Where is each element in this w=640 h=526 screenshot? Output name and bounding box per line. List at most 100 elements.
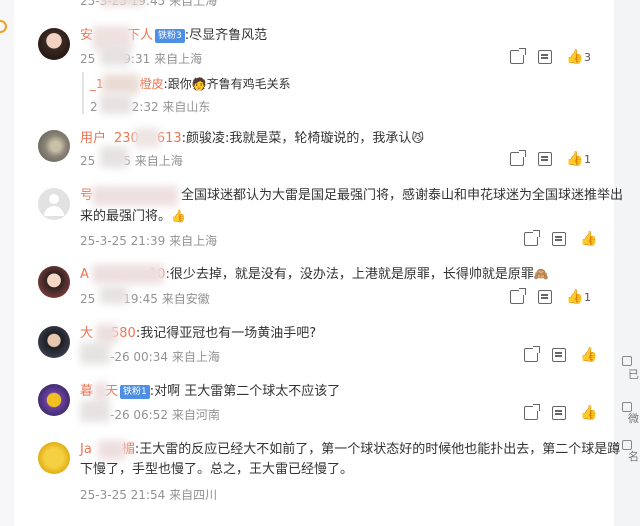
comment-text: :颜骏凌:我就是菜，轮椅璇说的，我承认 <box>181 131 412 146</box>
location: 来自四川 <box>169 488 218 502</box>
redaction <box>100 44 130 66</box>
location: 来自上海 <box>169 234 218 248</box>
share-icon[interactable] <box>524 404 540 420</box>
share-icon[interactable] <box>524 230 540 246</box>
comment-icon[interactable] <box>538 290 552 304</box>
like-count: 1 <box>584 290 591 304</box>
redaction <box>92 264 164 284</box>
comment-icon[interactable] <box>552 232 566 246</box>
username[interactable]: 用户 <box>80 131 106 146</box>
ring-icon <box>0 20 7 33</box>
comment-meta: 25-3-25 21:54 来自四川 <box>80 486 217 503</box>
username[interactable]: Ja <box>80 442 92 457</box>
comment-icon[interactable] <box>552 406 566 420</box>
comment-text: :对啊 王大雷第二个球太不应该了 <box>149 384 341 399</box>
redaction <box>80 342 110 364</box>
comment-actions: 👍 3 <box>510 48 591 64</box>
comment-actions: 👍 1 <box>510 288 591 304</box>
redaction <box>100 286 128 304</box>
timestamp: 25-3-25 21:54 <box>80 488 166 502</box>
like-count: 3 <box>584 50 591 64</box>
comment-icon[interactable] <box>538 152 552 166</box>
timestamp: 25 <box>80 52 96 66</box>
redaction <box>100 146 128 168</box>
sidebar-item[interactable]: 名 <box>628 448 639 464</box>
timestamp: 25 <box>80 154 96 168</box>
emoji-icon: 😼 <box>411 131 424 145</box>
redaction <box>92 186 178 206</box>
reply-text-cont: 齐鲁有鸡毛关系 <box>206 77 291 91</box>
avatar-mini-icon: 🧑 <box>191 77 207 91</box>
comment-meta: 25 9:31 来自上海 <box>80 50 202 67</box>
timestamp: -26 00:34 <box>110 350 168 364</box>
avatar-default[interactable] <box>38 188 70 220</box>
comment-text-cont: 下慢了，手型也慢了。总之，王大雷已经慢了。 <box>80 462 354 477</box>
timestamp: 25-3-25 21:39 <box>80 234 166 248</box>
redaction <box>96 324 118 344</box>
like-icon[interactable]: 👍 <box>580 406 597 420</box>
location: 来自上海 <box>169 0 218 8</box>
comment-icon[interactable] <box>552 348 566 362</box>
timestamp-time: 2:32 <box>131 100 159 114</box>
comment-text: :尽显齐鲁风范 <box>184 28 268 43</box>
username[interactable]: 暮 <box>80 384 93 399</box>
share-icon[interactable] <box>510 150 526 166</box>
comment-text: 全国球迷都认为大雷是国足最强门将，感谢泰山和申花球迷为全国球迷推举出 <box>181 188 624 203</box>
comment-actions: 👍 <box>524 346 597 362</box>
share-icon[interactable] <box>510 288 526 304</box>
comment-line: 用户 230 613:颜骏凌:我就是菜，轮椅璇说的，我承认😼 <box>80 128 424 149</box>
comment-actions: 👍 <box>524 230 597 246</box>
location: 来自上海 <box>171 350 220 364</box>
location: 来自上海 <box>134 154 183 168</box>
share-icon[interactable] <box>510 48 526 64</box>
like-icon[interactable]: 👍 <box>580 348 597 362</box>
comment-actions: 👍 1 <box>510 150 591 166</box>
left-edge <box>0 0 14 526</box>
reply-indent <box>82 72 84 114</box>
timestamp: -26 06:52 <box>110 408 168 422</box>
username-fragment[interactable]: 613 <box>157 131 182 146</box>
emoji-icon: 🙈 <box>533 267 549 281</box>
location: 来自上海 <box>154 52 203 66</box>
redaction <box>100 0 144 6</box>
avatar[interactable] <box>38 28 70 60</box>
sidebar-item[interactable]: 微 <box>628 410 639 426</box>
comment-icon[interactable] <box>538 50 552 64</box>
sidebar-icon[interactable] <box>622 356 632 366</box>
comment-line-cont: 来的最强门将。👍 <box>80 206 186 227</box>
redaction <box>94 382 108 402</box>
emoji-icon: 👍 <box>171 209 186 223</box>
comment-actions: 👍 <box>524 404 597 420</box>
comment-meta: 25-3-25 21:39 来自上海 <box>80 232 217 249</box>
share-icon[interactable] <box>524 346 540 362</box>
username[interactable]: A <box>80 267 89 282</box>
timestamp: 2 <box>90 100 98 114</box>
username[interactable]: 大 <box>80 326 93 341</box>
fan-badge: 铁粉3 <box>155 29 185 43</box>
comment-text-cont: 来的最强门将。 <box>80 209 172 224</box>
like-icon[interactable]: 👍 <box>580 232 597 246</box>
like-icon[interactable]: 👍 <box>566 152 583 166</box>
like-icon[interactable]: 👍 <box>566 290 583 304</box>
avatar[interactable] <box>38 326 70 358</box>
redaction <box>102 74 140 94</box>
comment-line-cont: 下慢了，手型也慢了。总之，王大雷已经慢了。 <box>80 460 353 480</box>
avatar[interactable] <box>38 442 70 474</box>
timestamp-time: 19:45 <box>123 292 158 306</box>
avatar[interactable] <box>38 130 70 162</box>
location: 来自安徽 <box>161 292 210 306</box>
comment-text: :王大雷的反应已经大不如前了，第一个球状态好的时候他也能扑出去，第二个球是蹲 <box>134 442 621 457</box>
redaction <box>80 400 110 422</box>
comment-meta: 255 来自上海 <box>80 152 183 169</box>
sidebar-item[interactable]: 已 <box>628 366 639 382</box>
avatar[interactable] <box>38 266 70 298</box>
comment-line: 暮天铁粉1:对啊 王大雷第二个球太不应该了 <box>80 382 340 402</box>
redaction <box>98 440 126 460</box>
reply-username-fragment[interactable]: 橙皮 <box>140 77 164 91</box>
comment-line: Ja 楣:王大雷的反应已经大不如前了，第一个球状态好的时候他也能扑出去，第二个球是… <box>80 440 620 460</box>
like-icon[interactable]: 👍 <box>566 50 583 64</box>
fan-badge: 铁粉1 <box>120 385 150 399</box>
comment-text: :我记得亚冠也有一场黄油手吧? <box>135 326 317 341</box>
comment-text: :很少去掉，就是没有，没办法，上港就是原罪，长得帅就是原罪 <box>165 267 534 282</box>
avatar[interactable] <box>38 384 70 416</box>
